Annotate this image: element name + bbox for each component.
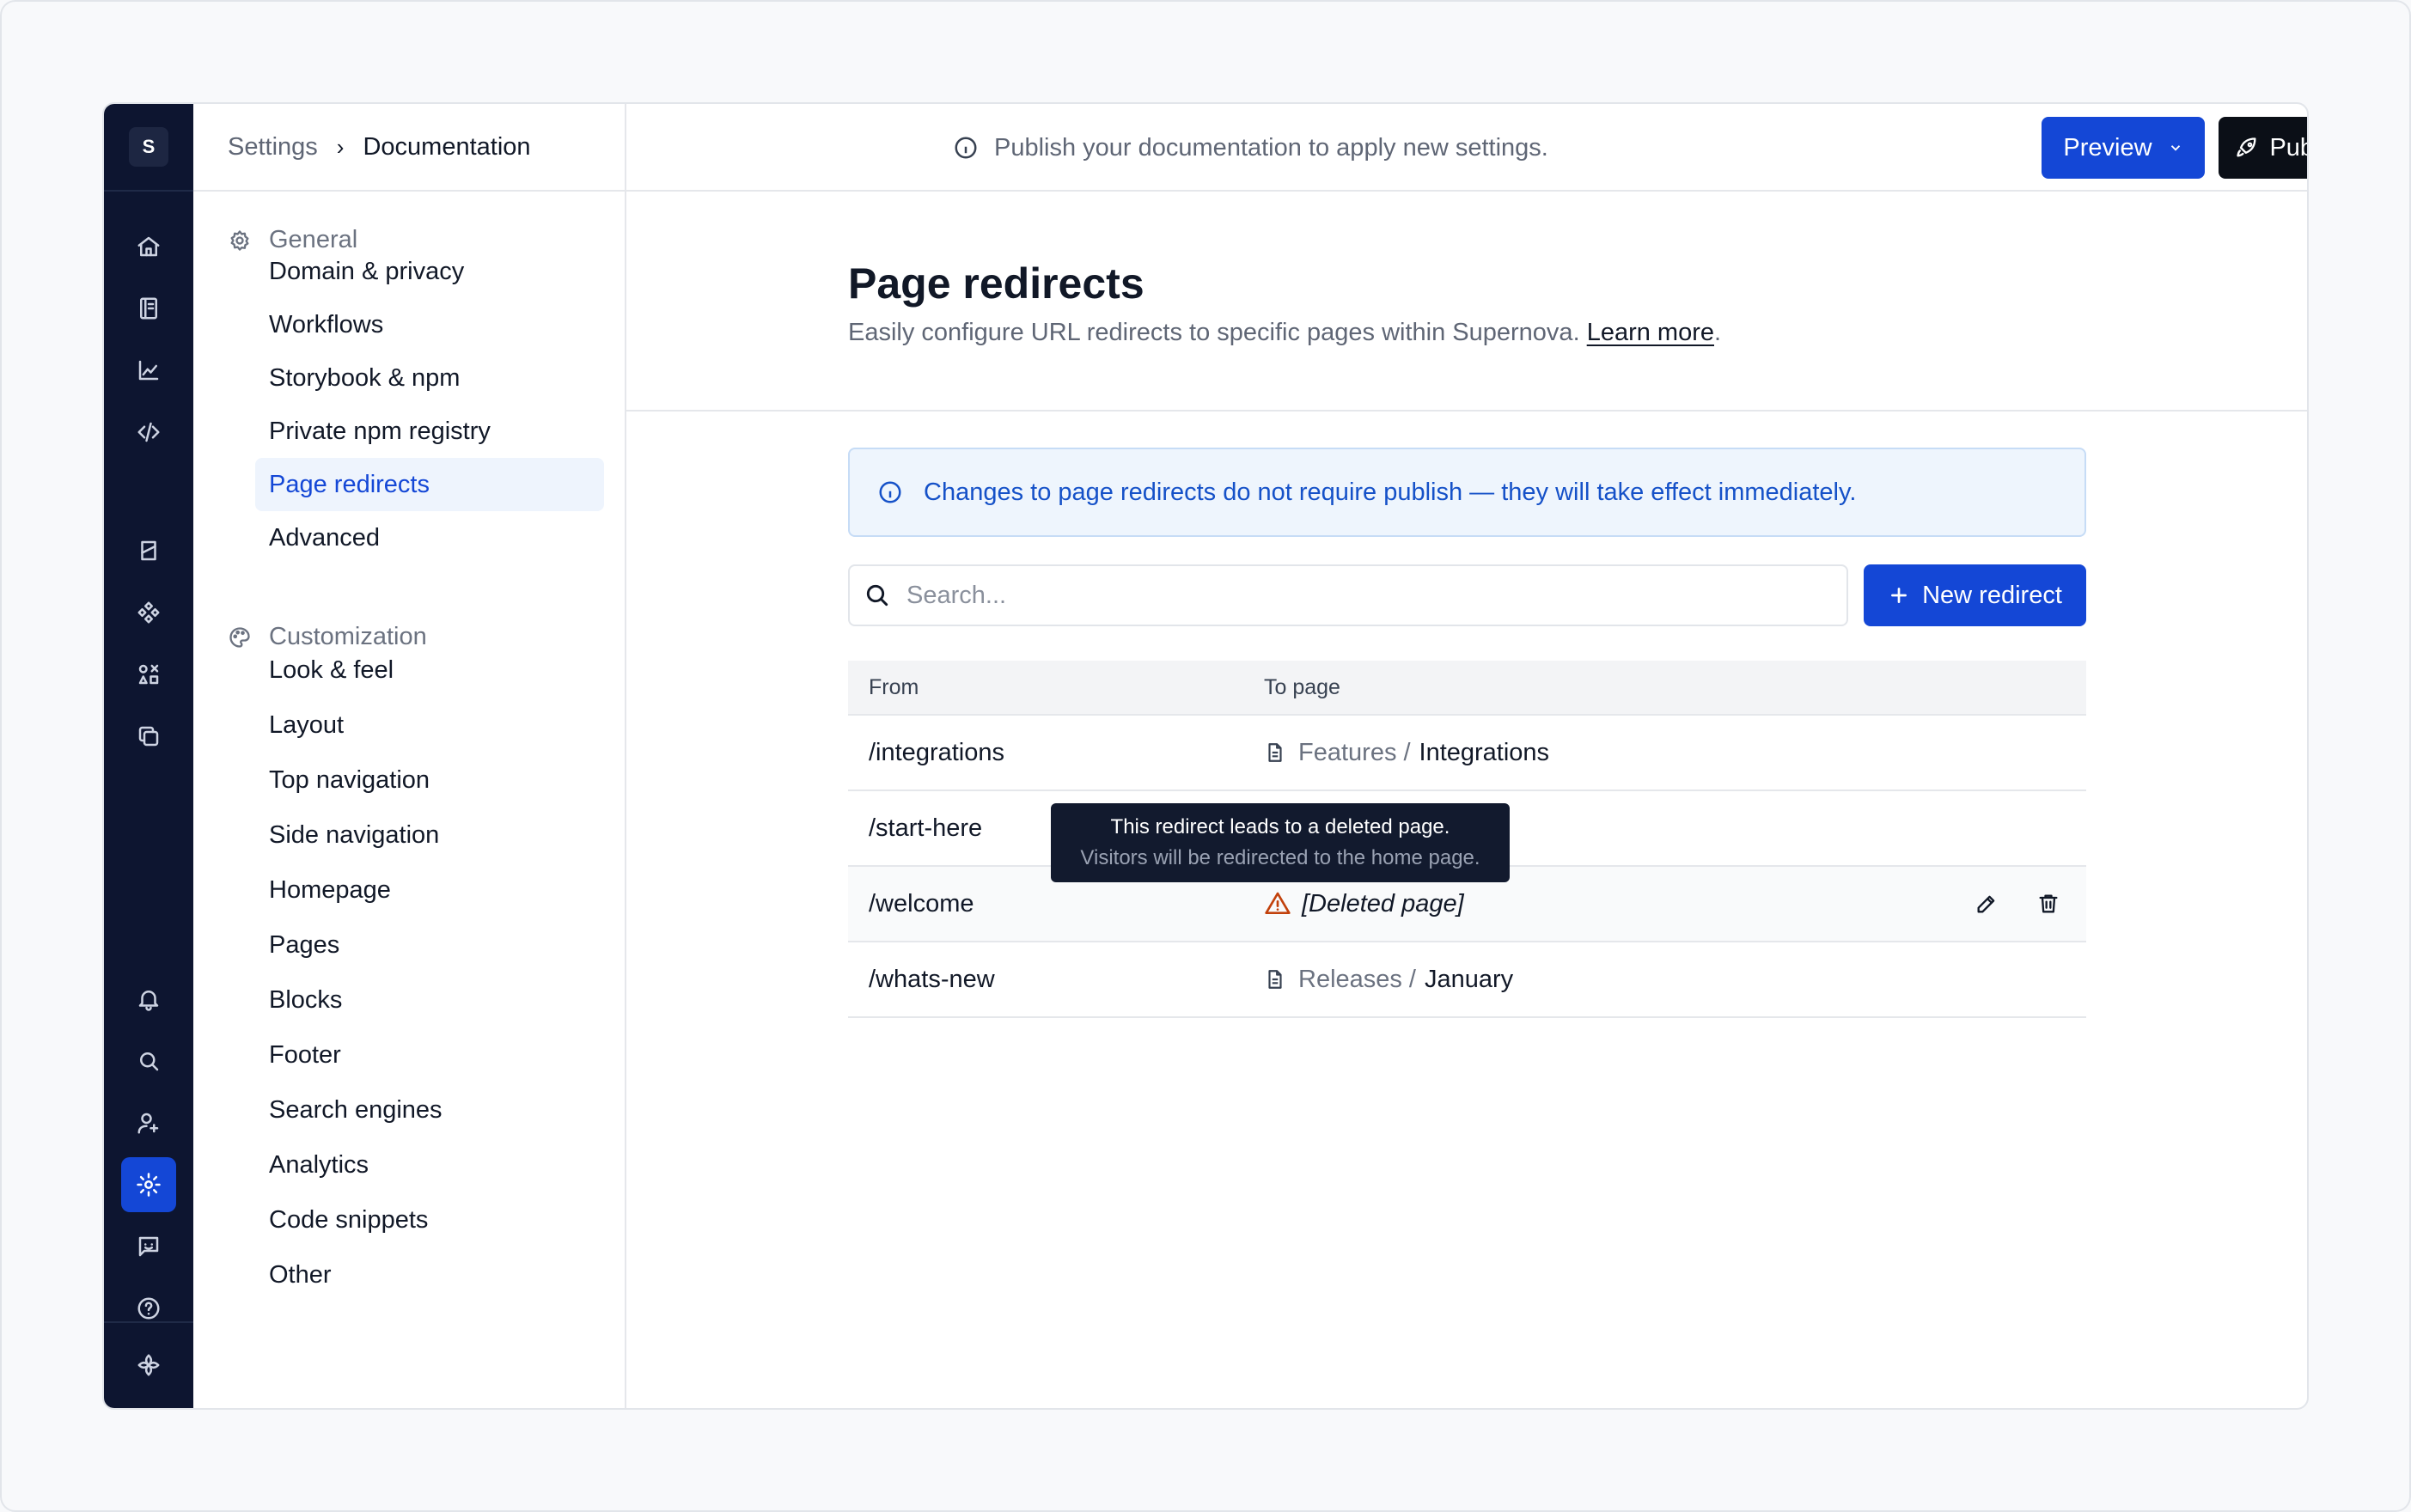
workspace-badge[interactable]: S [129,127,168,167]
app-window: S Settings › Documentation General Domai… [102,102,2309,1410]
page-title: Page redirects [848,259,1144,308]
page-header: Page redirects Easily configure URL redi… [626,192,2307,412]
path-separator: / [1403,738,1411,766]
home-icon[interactable] [121,219,176,274]
copy-icon[interactable] [121,709,176,764]
breadcrumb: Settings › Documentation [193,104,625,192]
sidebar-item-workflows[interactable]: Workflows [255,298,604,351]
sidebar-item-private-npm-registry[interactable]: Private npm registry [255,405,604,458]
rail-divider [104,1321,193,1323]
sidebar-item-domain-privacy[interactable]: Domain & privacy [255,245,604,298]
document-icon [1268,743,1282,762]
sidebar-item-page-redirects[interactable]: Page redirects [255,458,604,511]
document-icon [1268,970,1282,989]
info-banner-text: Changes to page redirects do not require… [924,478,1857,506]
redirect-to-parent: Releases [1298,965,1402,993]
redirect-from: /integrations [869,738,1004,766]
new-redirect-label: New redirect [1922,581,2062,609]
table-row[interactable]: /integrations Features / Integrations [848,716,2086,791]
top-bar: Publish your documentation to apply new … [626,104,2307,192]
publish-notice-text: Publish your documentation to apply new … [994,133,1548,162]
rocket-icon [2237,137,2256,157]
plus-icon [1891,588,1907,603]
page-subtitle: Easily configure URL redirects to specif… [848,319,1721,347]
info-banner: Changes to page redirects do not require… [848,448,2086,537]
gear-icon [230,229,249,251]
column-header-to-page: To page [1264,674,1340,699]
redirect-to: Releases / January [1264,966,1513,994]
redirect-to: [Deleted page] [1264,890,1464,918]
sidebar-item-other[interactable]: Other [255,1248,604,1302]
column-header-from: From [869,674,919,699]
supernova-logo[interactable] [121,1338,176,1393]
help-icon[interactable] [121,1281,176,1336]
redirect-to-parent: Features [1298,738,1397,766]
settings-sidebar: Settings › Documentation General Domain … [193,104,626,1408]
sidebar-item-pages[interactable]: Pages [255,918,604,972]
feedback-icon[interactable] [121,1219,176,1274]
edit-icon[interactable] [1969,887,2004,921]
redirect-from: /start-here [869,814,983,842]
breadcrumb-separator: › [336,133,345,160]
tooltip-title: This redirect leads to a deleted page. [1110,815,1450,838]
sidebar-item-footer[interactable]: Footer [255,1028,604,1082]
sidebar-item-look-feel[interactable]: Look & feel [255,643,604,697]
warning-icon[interactable] [1264,890,1291,918]
book-icon[interactable] [121,281,176,336]
chevron-down-icon [2170,145,2180,151]
publish-button[interactable]: Publish [2219,117,2307,179]
search-field[interactable] [848,564,1848,626]
icon-rail: S [104,104,193,1408]
redirect-from: /welcome [869,889,974,918]
info-icon [955,137,977,159]
bell-icon[interactable] [121,972,176,1027]
sidebar-item-search-engines[interactable]: Search engines [255,1083,604,1137]
assets-icon[interactable] [121,647,176,702]
table-row[interactable]: /whats-new Releases / January [848,942,2086,1018]
page-subtitle-text: Easily configure URL redirects to specif… [848,319,1580,346]
row-actions [1942,887,2066,921]
sidebar-item-side-navigation[interactable]: Side navigation [255,808,604,862]
sidebar-item-blocks[interactable]: Blocks [255,973,604,1027]
search-input[interactable] [906,581,1817,610]
redirect-to: Features / Integrations [1264,739,1549,767]
table-header: From To page [848,661,2086,716]
documentation-icon[interactable] [121,523,176,578]
path-separator: / [1408,965,1416,993]
redirect-from: /whats-new [869,965,995,993]
tooltip-description: Visitors will be redirected to the home … [1080,846,1480,869]
palette-icon [229,626,250,648]
search-icon [866,584,888,607]
breadcrumb-settings[interactable]: Settings [228,133,318,162]
add-user-icon[interactable] [121,1095,176,1150]
sidebar-item-analytics[interactable]: Analytics [255,1138,604,1192]
info-icon [879,481,901,503]
redirect-to-page: January [1424,965,1514,993]
trash-icon[interactable] [2031,887,2066,921]
sidebar-item-advanced[interactable]: Advanced [255,511,604,564]
main-content: Publish your documentation to apply new … [626,104,2307,1408]
preview-button[interactable]: Preview [2042,117,2205,179]
analytics-icon[interactable] [121,343,176,398]
sidebar-item-storybook-npm[interactable]: Storybook & npm [255,351,604,405]
code-icon[interactable] [121,405,176,460]
sidebar-item-top-navigation[interactable]: Top navigation [255,753,604,807]
redirect-to-page: Integrations [1419,738,1550,766]
preview-button-label: Preview [2063,133,2152,162]
search-icon[interactable] [121,1033,176,1088]
learn-more-link[interactable]: Learn more [1587,319,1714,346]
rail-divider [104,190,193,192]
sidebar-item-code-snippets[interactable]: Code snippets [255,1193,604,1247]
deleted-page-tooltip: This redirect leads to a deleted page. V… [1051,803,1510,882]
components-icon[interactable] [121,585,176,640]
breadcrumb-documentation: Documentation [363,132,531,161]
sidebar-item-layout[interactable]: Layout [255,698,604,752]
publish-button-label: Publish [2269,133,2307,162]
deleted-page-label: [Deleted page] [1302,889,1464,918]
publish-notice: Publish your documentation to apply new … [953,104,1548,192]
subtitle-period: . [1714,319,1722,346]
sidebar-item-homepage[interactable]: Homepage [255,863,604,917]
new-redirect-button[interactable]: New redirect [1864,564,2086,626]
settings-icon[interactable] [121,1157,176,1212]
